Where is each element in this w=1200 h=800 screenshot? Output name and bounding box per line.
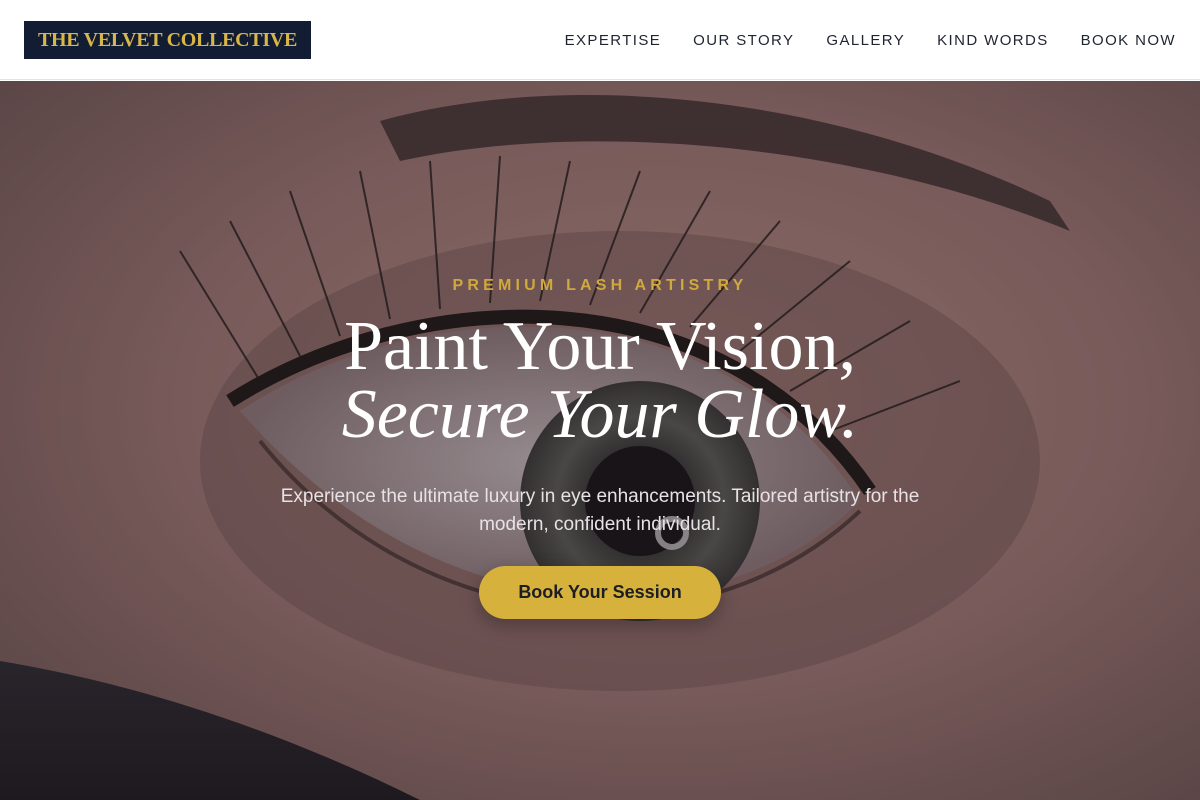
- site-header: THE VELVET COLLECTIVE EXPERTISE OUR STOR…: [0, 0, 1200, 80]
- nav-link-our-story[interactable]: OUR STORY: [693, 32, 794, 49]
- logo[interactable]: THE VELVET COLLECTIVE: [24, 21, 311, 59]
- hero-headline-line2: Secure Your Glow.: [341, 376, 859, 453]
- hero-headline-line1: Paint Your Vision,: [344, 308, 856, 385]
- hero-content: PREMIUM LASH ARTISTRY Paint Your Vision,…: [0, 81, 1200, 800]
- hero-subtitle: Experience the ultimate luxury in eye en…: [280, 486, 920, 535]
- book-session-button[interactable]: Book Your Session: [479, 566, 721, 619]
- hero-eyebrow: PREMIUM LASH ARTISTRY: [452, 277, 748, 294]
- nav-link-gallery[interactable]: GALLERY: [826, 32, 905, 49]
- hero-section: PREMIUM LASH ARTISTRY Paint Your Vision,…: [0, 81, 1200, 800]
- hero-headline: Paint Your Vision, Secure Your Glow.: [0, 308, 1200, 453]
- nav-link-book-now[interactable]: BOOK NOW: [1081, 32, 1176, 49]
- nav-link-expertise[interactable]: EXPERTISE: [565, 32, 662, 49]
- nav-link-kind-words[interactable]: KIND WORDS: [937, 32, 1049, 49]
- logo-text: THE VELVET COLLECTIVE: [38, 28, 297, 51]
- page: THE VELVET COLLECTIVE EXPERTISE OUR STOR…: [0, 0, 1200, 800]
- main-nav: EXPERTISE OUR STORY GALLERY KIND WORDS B…: [565, 0, 1176, 80]
